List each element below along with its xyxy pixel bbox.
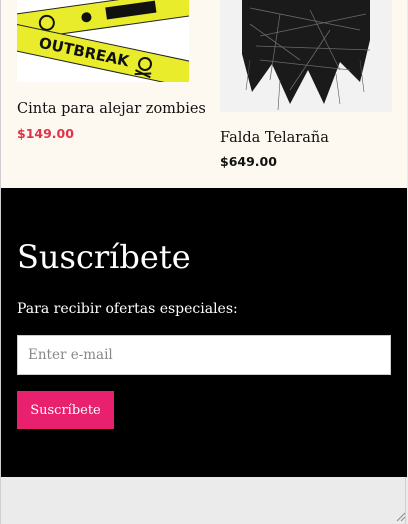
- newsletter-title: Suscríbete: [17, 238, 191, 276]
- caution-tape-icon: OUTBREAK: [17, 0, 189, 82]
- skirt-icon: [220, 0, 392, 112]
- product-grid: OUTBREAK Cinta para alejar zombies $149.…: [1, 0, 407, 188]
- product-image-zombie-tape[interactable]: OUTBREAK: [17, 0, 189, 82]
- product-price: $649.00: [220, 154, 277, 169]
- product-name[interactable]: Cinta para alejar zombies: [17, 101, 206, 117]
- email-field[interactable]: [17, 335, 391, 375]
- product-image-spiderweb-skirt[interactable]: [220, 0, 392, 112]
- resize-grip-icon[interactable]: [394, 510, 406, 522]
- product-name[interactable]: Falda Telaraña: [220, 130, 329, 146]
- newsletter-section: Suscríbete Para recibir ofertas especial…: [1, 188, 407, 477]
- product-price: $149.00: [17, 126, 74, 141]
- newsletter-description: Para recibir ofertas especiales:: [17, 301, 238, 317]
- subscribe-button[interactable]: Suscríbete: [17, 391, 114, 429]
